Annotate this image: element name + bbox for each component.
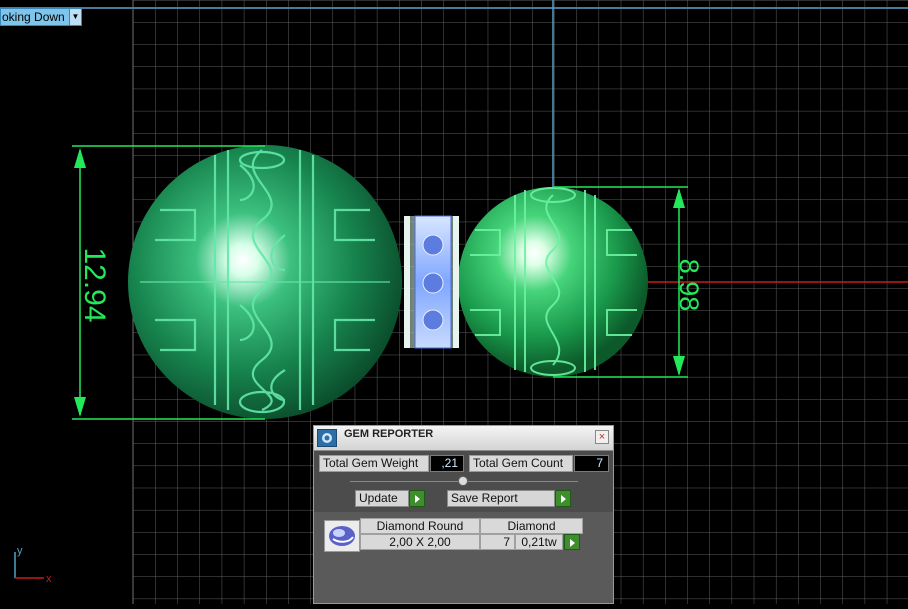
total-gem-weight-label: Total Gem Weight xyxy=(319,455,429,472)
gem-row-name: Diamond Round xyxy=(360,518,480,534)
right-gem-sphere xyxy=(458,187,648,377)
chevron-down-icon[interactable]: ▼ xyxy=(69,9,81,25)
left-gem-sphere xyxy=(128,145,402,419)
save-report-go-icon[interactable] xyxy=(555,490,571,507)
dimension-label-left: 12.94 xyxy=(78,247,111,322)
save-report-button[interactable]: Save Report xyxy=(447,490,555,507)
gem-row-go-icon[interactable] xyxy=(564,534,580,550)
update-button[interactable]: Update xyxy=(355,490,409,507)
diamond-bead xyxy=(404,215,459,349)
gem-row-weight: 0,21tw xyxy=(515,534,563,550)
gem-row-size: 2,00 X 2,00 xyxy=(360,534,480,550)
gem-reporter-titlebar[interactable]: GEM REPORTER × xyxy=(314,426,613,451)
update-go-icon[interactable] xyxy=(409,490,425,507)
gem-reporter-title: GEM REPORTER xyxy=(344,428,434,440)
gem-row-material: Diamond xyxy=(480,518,583,534)
axis-x-label: x xyxy=(46,573,52,585)
total-gem-count-label: Total Gem Count xyxy=(469,455,573,472)
panel-slider-handle[interactable] xyxy=(458,476,468,486)
gem-row-count: 7 xyxy=(480,534,515,550)
viewport-label-text: oking Down xyxy=(2,10,65,24)
axis-y-label: y xyxy=(17,545,23,557)
diamond-round-thumbnail-icon[interactable] xyxy=(324,520,360,552)
total-gem-weight-value: ,21 xyxy=(430,455,464,472)
total-gem-count-value: 7 xyxy=(574,455,609,472)
close-icon[interactable]: × xyxy=(595,430,609,444)
gem-reporter-logo-icon xyxy=(317,429,337,447)
gem-reporter-panel: GEM REPORTER × Total Gem Weight ,21 Tota… xyxy=(313,425,614,604)
viewport-label-dropdown[interactable]: oking Down ▼ xyxy=(0,8,82,26)
gem-list: Diamond Round Diamond 2,00 X 2,00 7 0,21… xyxy=(314,512,613,603)
axis-triad-icon: y x xyxy=(14,545,52,585)
dimension-label-right: 8.98 xyxy=(674,259,704,312)
